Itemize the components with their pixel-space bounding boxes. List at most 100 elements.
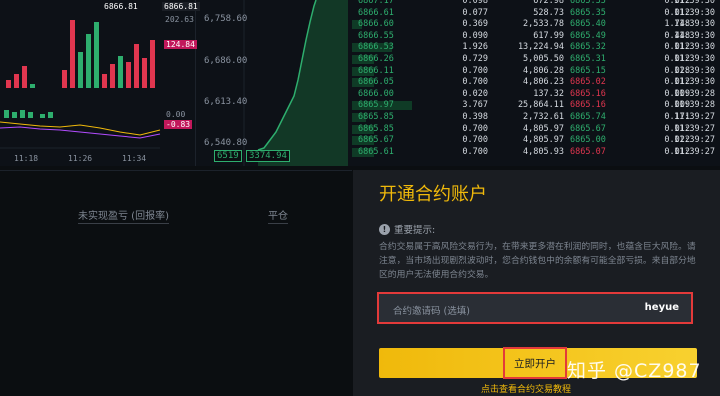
- order-book-row[interactable]: 6866.53 1.926 13,224.94 6865.32 0.012 11:39:3…: [352, 42, 720, 53]
- row-price: 6867.17: [358, 0, 394, 6]
- order-book-row[interactable]: 6866.26 0.729 5,005.50 6865.31 0.012 11:39:30: [352, 54, 720, 65]
- order-book-row[interactable]: 6865.67 0.700 4,805.97 6865.00 0.022 11:39:27: [352, 135, 720, 146]
- row-total: 4,806.28: [523, 65, 564, 76]
- trade-price: 6865.40: [570, 19, 606, 30]
- row-qty: 1.926: [462, 42, 488, 53]
- depth-tick-1: 6,758.60: [204, 14, 248, 24]
- trade-time: 11:39:28: [674, 88, 715, 99]
- trade-price: 6865.35: [570, 0, 606, 6]
- row-total: 4,805.97: [523, 123, 564, 134]
- order-book-row[interactable]: 6867.17 0.098 672.98 6865.35 0.012 11:39:30: [352, 0, 720, 7]
- volume-bar: [126, 62, 131, 88]
- order-book-row[interactable]: 6865.85 0.398 2,732.61 6865.74 0.171 11:39:27: [352, 112, 720, 123]
- row-qty: 0.700: [462, 146, 488, 157]
- invite-code-placeholder: 合约邀请码 (选填): [393, 306, 470, 317]
- volume-bar: [118, 56, 123, 88]
- volume-bar: [70, 20, 75, 88]
- row-qty: 0.098: [462, 0, 488, 6]
- row-qty: 0.700: [462, 77, 488, 88]
- trade-price: 6865.07: [570, 146, 606, 157]
- order-book-row[interactable]: 6866.55 0.090 617.99 6865.49 0.448 11:39:30: [352, 31, 720, 42]
- trade-price: 6865.49: [570, 30, 606, 41]
- row-total: 4,805.93: [523, 146, 564, 157]
- volume-bar: [110, 64, 115, 88]
- row-total: 5,005.50: [523, 54, 564, 64]
- mini-kline-chart[interactable]: 6866.81 6866.81 202.63 124.84 0.00 -0.83…: [0, 0, 200, 166]
- volume-bar: [102, 74, 107, 88]
- market-top-area: 6866.81 6866.81 202.63 124.84 0.00 -0.83…: [0, 0, 720, 166]
- col-unrealized-pnl[interactable]: 未实现盈亏 (回报率): [78, 207, 169, 224]
- macd-bar: [40, 114, 45, 118]
- trade-time: 11:39:27: [674, 135, 715, 146]
- trade-price: 6865.16: [570, 88, 606, 99]
- macd-bar: [48, 112, 53, 118]
- row-total: 2,533.78: [523, 19, 564, 30]
- trade-time: 11:39:30: [674, 7, 715, 18]
- row-qty: 0.700: [462, 65, 488, 76]
- order-book-row[interactable]: 6866.11 0.700 4,806.28 6865.15 0.028 11:39:30: [352, 66, 720, 77]
- row-total: 528.73: [533, 7, 564, 18]
- macd-bar: [20, 110, 25, 118]
- mini-time-1: 11:18: [14, 154, 39, 163]
- row-qty: 0.700: [462, 123, 488, 134]
- order-book-row[interactable]: 6866.61 0.077 528.73 6865.35 0.012 11:39:30: [352, 8, 720, 19]
- row-total: 2,732.61: [523, 112, 564, 122]
- trade-price: 6865.16: [570, 100, 606, 111]
- order-book-row[interactable]: 6865.97 3.767 25,864.11 6865.16 0.009 11:39:2…: [352, 100, 720, 111]
- row-total: 4,805.97: [523, 135, 564, 146]
- row-price: 6865.85: [358, 123, 394, 134]
- volume-bar: [30, 84, 35, 88]
- mini-axis-4: -0.83: [164, 120, 193, 129]
- volume-bar: [150, 40, 155, 88]
- macd-bar: [4, 110, 9, 118]
- order-book-row[interactable]: 6865.85 0.700 4,805.97 6865.67 0.012 11:39:27: [352, 124, 720, 135]
- row-price: 6866.26: [358, 54, 394, 64]
- row-qty: 3.767: [462, 100, 488, 111]
- order-book-row[interactable]: 6866.00 0.020 137.32 6865.16 0.009 11:39:28: [352, 89, 720, 100]
- open-account-label[interactable]: 立即开户: [503, 347, 567, 379]
- important-tip: ! 重要提示:: [379, 222, 435, 236]
- tip-label: 重要提示:: [394, 225, 436, 236]
- mini-price-tag: 6866.81: [162, 2, 200, 11]
- watermark: 知乎 @CZ987: [567, 360, 702, 382]
- row-qty: 0.020: [462, 88, 488, 99]
- row-price: 6866.11: [358, 65, 394, 76]
- tutorial-link[interactable]: 点击查看合约交易教程: [481, 382, 571, 395]
- volume-bar: [22, 66, 27, 88]
- positions-area: 未实现盈亏 (回报率) 平仓: [0, 170, 352, 396]
- trade-time: 11:39:27: [674, 123, 715, 134]
- mini-time-3: 11:34: [122, 154, 147, 163]
- mini-axis-3: 0.00: [166, 110, 186, 119]
- row-price: 6865.67: [358, 135, 394, 146]
- mini-price-top: 6866.81: [104, 2, 138, 11]
- trade-price: 6865.67: [570, 123, 606, 134]
- order-book-row[interactable]: 6865.61 0.700 4,805.93 6865.07 0.012 11:39:27: [352, 147, 720, 158]
- mini-axis-2: 124.84: [164, 40, 197, 49]
- mini-axis-1: 202.63: [165, 15, 194, 24]
- trade-price: 6865.15: [570, 65, 606, 76]
- volume-bar: [134, 44, 139, 88]
- volume-bar: [78, 52, 83, 88]
- order-book-row[interactable]: 6866.05 0.700 4,806.23 6865.02 0.012 11:39:30: [352, 77, 720, 88]
- row-qty: 0.700: [462, 135, 488, 146]
- trade-price: 6865.74: [570, 112, 606, 122]
- depth-chart[interactable]: 6,758.60 6,686.00 6,613.40 6,540.80 6519…: [198, 0, 348, 166]
- macd-bar: [12, 112, 17, 118]
- depth-badge-left: 6519: [214, 150, 242, 162]
- invite-code-input[interactable]: 合约邀请码 (选填) heyue: [377, 292, 693, 324]
- row-price: 6866.00: [358, 88, 394, 99]
- order-book-row[interactable]: 6866.60 0.369 2,533.78 6865.40 1.748 11:39:30: [352, 19, 720, 30]
- row-total: 137.32: [533, 88, 564, 99]
- trade-time: 11:39:30: [674, 19, 715, 30]
- trade-time: 11:39:28: [674, 100, 715, 111]
- volume-bar: [142, 58, 147, 88]
- row-total: 672.98: [533, 0, 564, 6]
- col-close-position[interactable]: 平仓: [268, 207, 288, 224]
- trade-price: 6865.35: [570, 7, 606, 18]
- row-qty: 0.729: [462, 54, 488, 64]
- row-qty: 0.398: [462, 112, 488, 122]
- kline-svg: [0, 20, 161, 149]
- panel-title: 开通合约账户: [379, 184, 487, 205]
- row-price: 6866.61: [358, 7, 394, 18]
- volume-bar: [62, 70, 67, 88]
